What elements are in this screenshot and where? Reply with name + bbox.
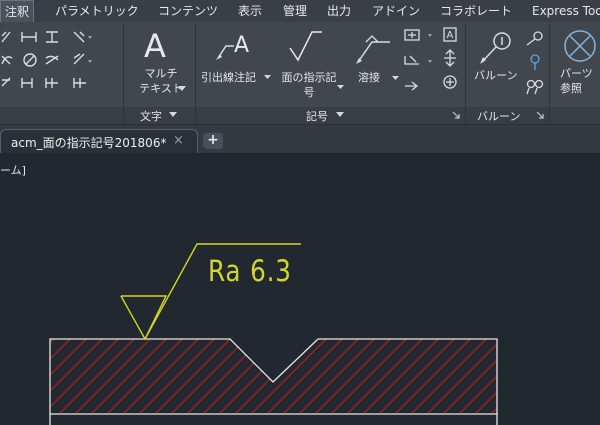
parts-reference-label[interactable]: パーツ 参照 [560,66,600,96]
leader-note-label[interactable]: 引出線注記 [201,70,256,85]
tab-contents[interactable]: コンテンツ [158,0,218,22]
roughness-value-text[interactable]: Ra 6.3 [208,255,292,287]
balloon-panel-launcher-icon[interactable] [536,111,544,119]
parts-panel-footer [550,107,600,124]
symbol-panel-expand-icon[interactable] [336,112,344,118]
tab-collaborate[interactable]: コラボレート [440,0,512,22]
text-panel-expand-icon[interactable] [169,112,177,118]
parts-reference-icon[interactable] [562,28,598,64]
mtext-a-icon[interactable]: A [144,28,166,64]
svg-text:A: A [447,30,454,41]
mtext-button-label[interactable]: マルチ テキスト [139,66,183,96]
surface-roughness-drawing[interactable] [0,153,600,425]
balloon-small-tools-icon[interactable] [524,28,546,98]
symbol-panel-footer [196,107,465,124]
dimension-tools-icon-grid[interactable] [0,28,120,100]
surface-dropdown-icon[interactable] [337,85,344,90]
symbol-panel-launcher-icon[interactable] [452,111,460,119]
document-tab[interactable]: acm_面の指示記号201806* × [0,129,198,154]
symbol-small-tools-icon[interactable]: A [402,26,462,96]
tab-annotate[interactable]: 注釈 [0,0,35,23]
hatch-pattern [50,339,497,413]
weld-label[interactable]: 溶接 [358,70,380,85]
tab-output[interactable]: 出力 [327,0,351,22]
surface-symbol-label[interactable]: 面の指示記 号 [275,70,343,100]
balloon-panel-title[interactable]: バルーン [477,108,520,124]
svg-text:A: A [234,33,249,58]
menubar: 注釈 パラメトリック コンテンツ 表示 管理 出力 アドイン コラボレート Ex… [0,0,600,23]
text-panel-title[interactable]: 文字 [140,108,162,124]
new-tab-button[interactable]: + [203,133,223,149]
dimension-panel-footer [0,107,123,124]
symbol-panel-title[interactable]: 記号 [306,108,328,124]
document-tab-label: acm_面の指示記号201806* [11,136,167,150]
tab-express-tools[interactable]: Express Tools [532,0,600,22]
close-icon[interactable]: × [173,133,184,148]
balloon-label[interactable]: バルーン [474,68,517,83]
leader-note-icon[interactable]: A [214,30,256,64]
weld-dropdown-icon[interactable] [392,76,399,81]
tab-parametric[interactable]: パラメトリック [55,0,139,22]
tab-addins[interactable]: アドイン [372,0,420,22]
balloon-icon[interactable] [478,30,514,66]
weld-symbol-icon[interactable] [356,34,392,64]
tab-view[interactable]: 表示 [238,0,262,22]
surface-symbol-icon[interactable] [286,28,324,64]
part-outline [49,338,498,425]
tab-manage[interactable]: 管理 [283,0,307,22]
leader-dropdown-icon[interactable] [264,75,271,80]
mtext-dropdown-icon[interactable] [178,86,186,92]
